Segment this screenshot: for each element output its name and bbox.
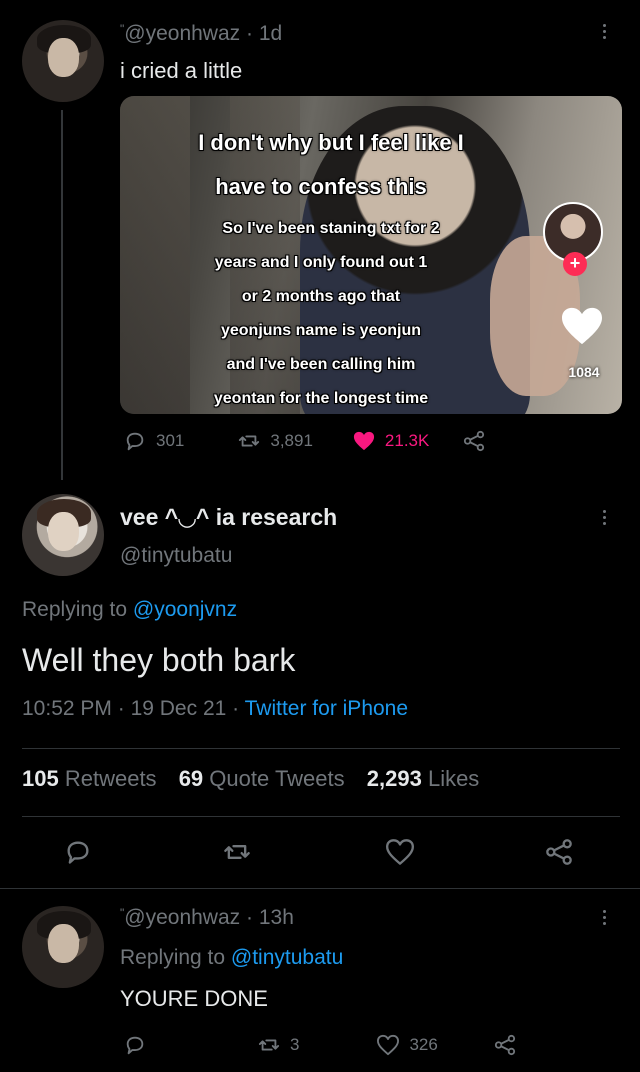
- reply-button[interactable]: [124, 1034, 146, 1056]
- tiktok-like-count: 1084: [568, 364, 600, 380]
- source-link[interactable]: Twitter for iPhone: [245, 697, 408, 720]
- share-button[interactable]: [463, 430, 485, 452]
- divider: [22, 816, 620, 817]
- reply-icon: [126, 1036, 144, 1055]
- share-icon: [546, 839, 572, 865]
- retweet-icon: [239, 435, 260, 447]
- heart-icon: [377, 1034, 400, 1056]
- tweet-header: "@yeonhwaz · 1d: [120, 22, 283, 45]
- divider: [22, 748, 620, 749]
- tweet-time[interactable]: 10:52 PM: [22, 697, 112, 720]
- caption-line: or 2 months ago that: [241, 288, 401, 305]
- tweet-text: YOURE DONE: [120, 986, 268, 1011]
- tweet-actions: 301 3,891 21.3K: [124, 430, 485, 452]
- user-handle[interactable]: @tinytubatu: [120, 544, 232, 568]
- caption-line: I don't why but I feel like I: [198, 130, 464, 155]
- tweet-time[interactable]: 13h: [259, 906, 294, 929]
- more-icon[interactable]: [601, 910, 607, 925]
- retweet-button[interactable]: 3,891: [238, 430, 313, 452]
- likes-stat[interactable]: 2,293 Likes: [367, 766, 480, 791]
- caption-line: yeonjuns name is yeonjun: [220, 322, 422, 339]
- retweet-button[interactable]: [223, 838, 251, 871]
- like-button[interactable]: [386, 838, 414, 871]
- quote-tweets-stat[interactable]: 69 Quote Tweets: [179, 766, 345, 791]
- caption-line: have to confess this: [215, 174, 427, 199]
- user-handle[interactable]: @yeonhwaz: [124, 906, 240, 929]
- display-name[interactable]: vee ^◡^ ia research: [120, 504, 337, 531]
- caption-line: So I've been staning txt for 2: [222, 220, 440, 237]
- heart-icon: [386, 839, 414, 865]
- like-button[interactable]: 21.3K: [353, 430, 429, 452]
- user-handle[interactable]: @yeonhwaz: [124, 22, 240, 45]
- reply-button[interactable]: 301: [124, 430, 184, 452]
- retweet-count: 3,891: [270, 431, 313, 450]
- caption-line: years and I only found out 1: [214, 254, 428, 271]
- caption-line: and I've been calling him: [226, 356, 416, 373]
- like-count: 21.3K: [384, 431, 430, 450]
- replying-to: Replying to @yoonjvnz: [22, 598, 238, 621]
- tweet-header: "@yeonhwaz · 13h: [120, 906, 294, 929]
- like-count: 326: [409, 1035, 438, 1054]
- avatar[interactable]: [22, 906, 104, 988]
- retweet-icon: [224, 845, 250, 859]
- caption-line: yeontan for the longest time: [213, 390, 429, 407]
- divider: [0, 888, 640, 889]
- share-icon: [464, 430, 485, 452]
- thread-line: [61, 110, 63, 480]
- video-thumbnail[interactable]: I don't why but I feel like I have to co…: [120, 96, 622, 414]
- tweet-meta: 10:52 PM · 19 Dec 21 · Twitter for iPhon…: [22, 697, 409, 720]
- share-button[interactable]: [494, 1034, 516, 1056]
- reply-button[interactable]: [64, 838, 92, 871]
- reply-target-link[interactable]: @tinytubatu: [231, 946, 343, 969]
- more-icon[interactable]: [601, 510, 607, 525]
- reply-count: 301: [156, 431, 185, 450]
- tweet-stats: 105 Retweets 69 Quote Tweets 2,293 Likes: [22, 766, 479, 792]
- follow-plus-icon: +: [563, 252, 587, 276]
- tweet-text: i cried a little: [120, 58, 243, 83]
- heart-icon: [562, 307, 602, 345]
- retweet-icon: [258, 1039, 280, 1051]
- share-icon: [494, 1034, 515, 1056]
- tweet-date[interactable]: 19 Dec 21: [131, 697, 227, 720]
- reply-icon: [126, 432, 144, 451]
- retweet-button[interactable]: 3: [258, 1034, 299, 1056]
- tweet-actions: 3 326: [124, 1034, 516, 1056]
- heart-filled-icon: [353, 431, 375, 451]
- avatar[interactable]: [22, 494, 104, 576]
- replying-to: Replying to @tinytubatu: [120, 946, 344, 969]
- share-button[interactable]: [545, 838, 573, 871]
- retweet-count: 3: [290, 1035, 300, 1054]
- like-button[interactable]: 326: [377, 1034, 438, 1056]
- avatar[interactable]: [22, 20, 104, 102]
- tweet-time[interactable]: 1d: [259, 22, 282, 45]
- tweet-text: Well they both bark: [22, 642, 296, 678]
- retweets-stat[interactable]: 105 Retweets: [22, 766, 157, 791]
- reply-target-link[interactable]: @yoonjvnz: [133, 598, 237, 621]
- reply-icon: [67, 841, 89, 864]
- more-icon[interactable]: [601, 24, 607, 39]
